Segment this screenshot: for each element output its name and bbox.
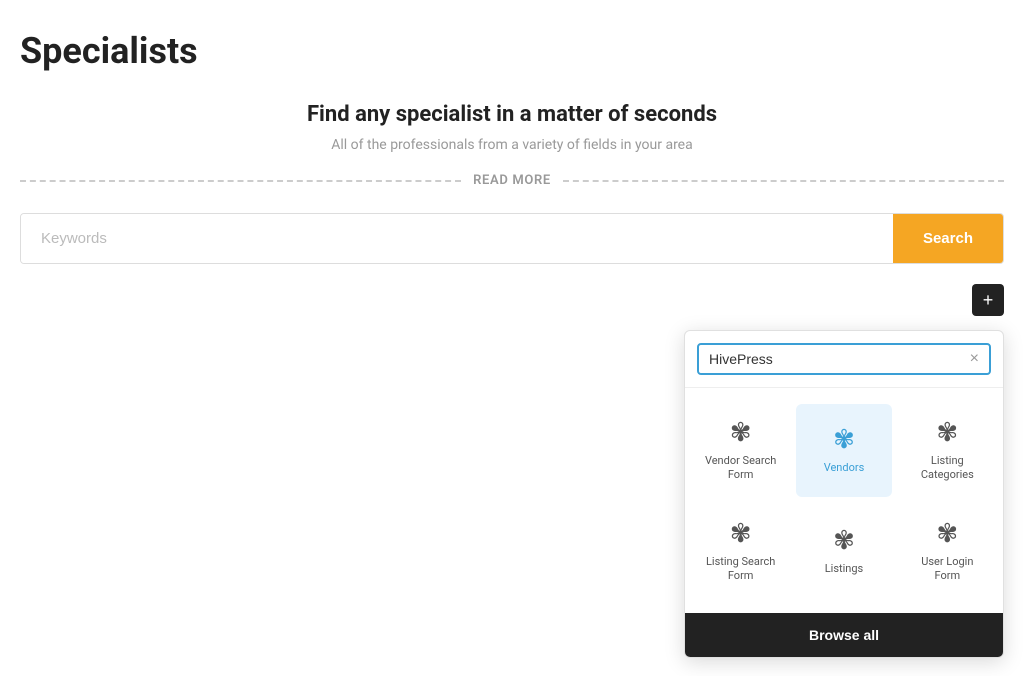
user-login-form-label: User Login Form	[910, 555, 985, 584]
listing-search-form-icon: ✾	[730, 519, 752, 549]
listings-label: Listings	[825, 562, 863, 576]
popup-search-area: ×	[685, 331, 1003, 388]
vendor-search-form-icon: ✾	[730, 418, 752, 448]
popup-search-input[interactable]	[709, 351, 970, 367]
user-login-form-icon: ✾	[936, 519, 958, 549]
popup-clear-button[interactable]: ×	[970, 351, 979, 367]
page-title: Specialists	[20, 30, 1004, 72]
popup-item-user-login-form[interactable]: ✾ User Login Form	[900, 505, 995, 598]
search-input[interactable]	[21, 214, 893, 263]
hero-heading: Find any specialist in a matter of secon…	[20, 102, 1004, 127]
vendors-label: Vendors	[824, 461, 865, 475]
vendor-search-form-label: Vendor Search Form	[703, 454, 778, 483]
listings-icon: ✾	[833, 526, 855, 556]
popup-item-listings[interactable]: ✾ Listings	[796, 505, 891, 598]
popup-item-vendors[interactable]: ✾ Vendors	[796, 404, 891, 497]
read-more-link[interactable]: READ MORE	[461, 173, 563, 188]
popup-item-listing-search-form[interactable]: ✾ Listing Search Form	[693, 505, 788, 598]
listing-search-form-label: Listing Search Form	[703, 555, 778, 584]
popup-item-listing-categories[interactable]: ✾ Listing Categories	[900, 404, 995, 497]
search-bar: Search	[20, 213, 1004, 264]
vendors-icon: ✾	[833, 425, 855, 455]
listing-categories-label: Listing Categories	[910, 454, 985, 483]
read-more-divider: READ MORE	[20, 173, 1004, 188]
search-button[interactable]: Search	[893, 214, 1003, 263]
hero-section: Find any specialist in a matter of secon…	[20, 102, 1004, 153]
block-picker-popup: × ✾ Vendor Search Form ✾ Vendors ✾ Listi…	[684, 330, 1004, 658]
add-button-container: +	[20, 284, 1004, 316]
popup-item-vendor-search-form[interactable]: ✾ Vendor Search Form	[693, 404, 788, 497]
browse-all-button[interactable]: Browse all	[685, 613, 1003, 657]
hero-subtext: All of the professionals from a variety …	[20, 137, 1004, 153]
popup-items-grid: ✾ Vendor Search Form ✾ Vendors ✾ Listing…	[685, 388, 1003, 613]
popup-search-wrapper: ×	[697, 343, 991, 375]
listing-categories-icon: ✾	[936, 418, 958, 448]
add-block-button[interactable]: +	[972, 284, 1004, 316]
